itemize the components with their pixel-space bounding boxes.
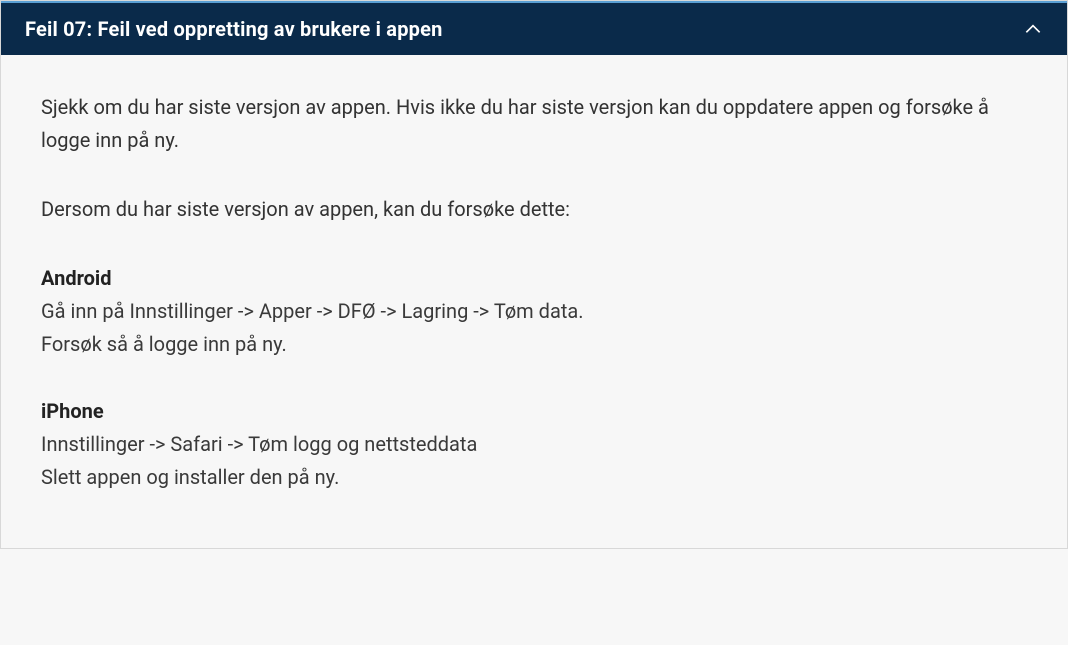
section-line: Gå inn på Innstillinger -> Apper -> DFØ …	[41, 295, 1027, 328]
intro-paragraph: Sjekk om du har siste versjon av appen. …	[41, 91, 1027, 157]
instruction-paragraph: Dersom du har siste versjon av appen, ka…	[41, 193, 1027, 226]
section-line: Slett appen og installer den på ny.	[41, 461, 1027, 494]
accordion-title: Feil 07: Feil ved oppretting av brukere …	[25, 17, 443, 41]
section-heading: Android	[41, 262, 1027, 295]
section-line: Forsøk så å logge inn på ny.	[41, 328, 1027, 361]
section-heading: iPhone	[41, 395, 1027, 428]
section-iphone: iPhone Innstillinger -> Safari -> Tøm lo…	[41, 395, 1027, 494]
accordion-header[interactable]: Feil 07: Feil ved oppretting av brukere …	[1, 1, 1067, 55]
accordion-body: Sjekk om du har siste versjon av appen. …	[1, 55, 1067, 548]
section-line: Innstillinger -> Safari -> Tøm logg og n…	[41, 428, 1027, 461]
chevron-up-icon	[1023, 19, 1043, 39]
accordion-item: Feil 07: Feil ved oppretting av brukere …	[0, 0, 1068, 549]
section-android: Android Gå inn på Innstillinger -> Apper…	[41, 262, 1027, 361]
